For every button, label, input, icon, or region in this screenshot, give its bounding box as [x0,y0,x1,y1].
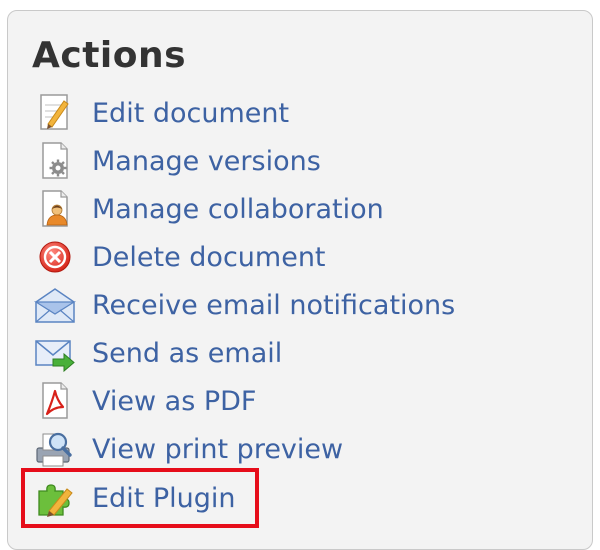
action-label: Send as email [92,337,283,369]
action-view-print-preview[interactable]: View print preview [32,426,343,472]
action-send-as-email[interactable]: Send as email [32,330,282,376]
puzzle-pencil-icon [32,476,78,520]
envelope-arrow-icon [32,331,78,375]
pencil-document-icon [32,91,78,135]
action-manage-collaboration[interactable]: Manage collaboration [32,186,384,232]
red-x-circle-icon [32,235,78,279]
actions-title: Actions [32,35,187,76]
action-label: Manage collaboration [92,193,384,225]
action-label: Edit document [92,97,290,129]
action-label: Manage versions [92,145,321,177]
action-receive-email-notifications[interactable]: Receive email notifications [32,282,455,328]
action-edit-document[interactable]: Edit document [32,90,289,136]
action-label: Delete document [92,241,326,273]
action-label: View print preview [92,433,344,465]
envelope-open-icon [32,283,78,327]
print-preview-icon [32,427,78,471]
action-edit-plugin[interactable]: Edit Plugin [32,475,236,521]
action-label: Receive email notifications [92,289,456,321]
action-delete-document[interactable]: Delete document [32,234,326,280]
action-label: Edit Plugin [92,482,236,514]
pdf-icon [32,379,78,423]
document-person-icon [32,187,78,231]
action-view-as-pdf[interactable]: View as PDF [32,378,256,424]
action-label: View as PDF [92,385,257,417]
document-gear-icon [32,139,78,183]
action-manage-versions[interactable]: Manage versions [32,138,321,184]
actions-list: Actions Edit document Manage versions Ma… [0,0,600,535]
